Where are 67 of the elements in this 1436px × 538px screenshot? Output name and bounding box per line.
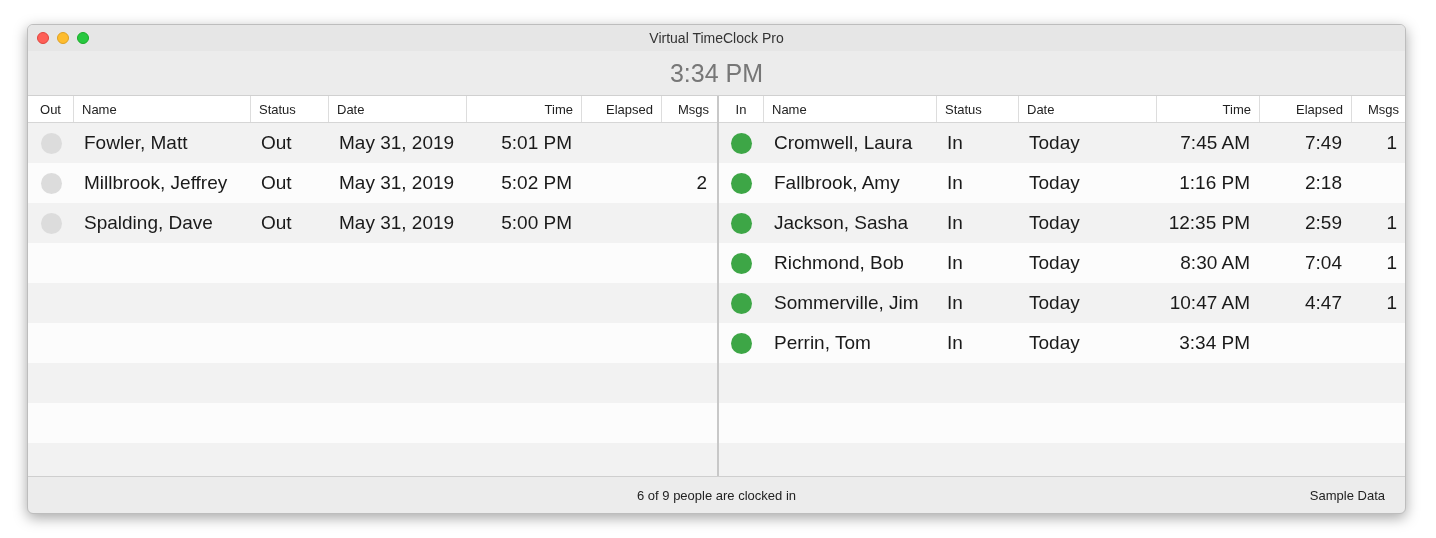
- date-cell: May 31, 2019: [339, 172, 455, 193]
- zoom-button[interactable]: [77, 32, 89, 44]
- status-cell: Out: [261, 172, 292, 193]
- column-header[interactable]: Name: [764, 96, 937, 122]
- time-cell: 5:00 PM: [501, 212, 572, 233]
- msgs-cell: 1: [1386, 252, 1397, 273]
- name-cell: Millbrook, Jeffrey: [84, 172, 228, 193]
- msgs-cell: 1: [1386, 132, 1397, 153]
- column-header[interactable]: Time: [467, 96, 582, 122]
- name-cell: Spalding, Dave: [84, 212, 213, 233]
- date-cell: Today: [1029, 252, 1080, 273]
- elapsed-cell: 2:18: [1305, 172, 1342, 193]
- status-cell: In: [947, 172, 963, 193]
- status-summary: 6 of 9 people are clocked in: [637, 487, 796, 503]
- date-cell: Today: [1029, 132, 1080, 153]
- name-cell: Fowler, Matt: [84, 132, 188, 153]
- msgs-cell: 1: [1386, 212, 1397, 233]
- time-cell: 10:47 AM: [1169, 292, 1250, 313]
- elapsed-cell: 4:47: [1305, 292, 1342, 313]
- time-cell: 8:30 AM: [1180, 252, 1250, 273]
- name-cell: Jackson, Sasha: [774, 212, 909, 233]
- time-cell: 5:02 PM: [501, 172, 572, 193]
- window-title: Virtual TimeClock Pro: [649, 30, 784, 46]
- status-cell: Out: [261, 132, 292, 153]
- data-mode-label: Sample Data: [1309, 487, 1385, 503]
- column-header[interactable]: Status: [937, 96, 1019, 122]
- date-cell: May 31, 2019: [339, 212, 455, 233]
- status-cell: Out: [261, 212, 292, 233]
- name-cell: Perrin, Tom: [774, 332, 871, 353]
- time-cell: 3:34 PM: [1179, 332, 1250, 353]
- time-cell: 1:16 PM: [1179, 172, 1250, 193]
- status-cell: In: [947, 132, 963, 153]
- time-cell: 12:35 PM: [1168, 212, 1250, 233]
- close-button[interactable]: [37, 32, 49, 44]
- date-cell: May 31, 2019: [339, 132, 455, 153]
- msgs-cell: 1: [1386, 292, 1397, 313]
- elapsed-cell: 2:59: [1305, 212, 1342, 233]
- column-header[interactable]: Time: [1157, 96, 1260, 122]
- name-cell: Cromwell, Laura: [774, 132, 913, 153]
- column-header[interactable]: Elapsed: [1260, 96, 1352, 122]
- column-header[interactable]: Out: [28, 96, 74, 122]
- time-cell: 5:01 PM: [501, 132, 572, 153]
- status-cell: In: [947, 252, 963, 273]
- date-cell: Today: [1029, 172, 1080, 193]
- column-header[interactable]: Name: [74, 96, 251, 122]
- elapsed-cell: 7:49: [1305, 132, 1342, 153]
- status-cell: In: [947, 212, 963, 233]
- date-cell: Today: [1029, 212, 1080, 233]
- current-time: 3:34 PM: [669, 58, 764, 88]
- status-cell: In: [947, 332, 963, 353]
- name-cell: Sommerville, Jim: [774, 292, 919, 313]
- time-cell: 7:45 AM: [1180, 132, 1250, 153]
- status-cell: In: [947, 292, 963, 313]
- date-cell: Today: [1029, 292, 1080, 313]
- column-header[interactable]: Elapsed: [582, 96, 662, 122]
- msgs-cell: 2: [696, 172, 707, 193]
- minimize-button[interactable]: [57, 32, 69, 44]
- name-cell: Fallbrook, Amy: [774, 172, 900, 193]
- elapsed-cell: 7:04: [1305, 252, 1342, 273]
- column-header[interactable]: Date: [1019, 96, 1157, 122]
- name-cell: Richmond, Bob: [774, 252, 904, 273]
- column-header[interactable]: Date: [329, 96, 467, 122]
- column-header[interactable]: In: [719, 96, 764, 122]
- column-header[interactable]: Msgs: [662, 96, 717, 122]
- column-header[interactable]: Msgs: [1352, 96, 1405, 122]
- date-cell: Today: [1029, 332, 1080, 353]
- column-header[interactable]: Status: [251, 96, 329, 122]
